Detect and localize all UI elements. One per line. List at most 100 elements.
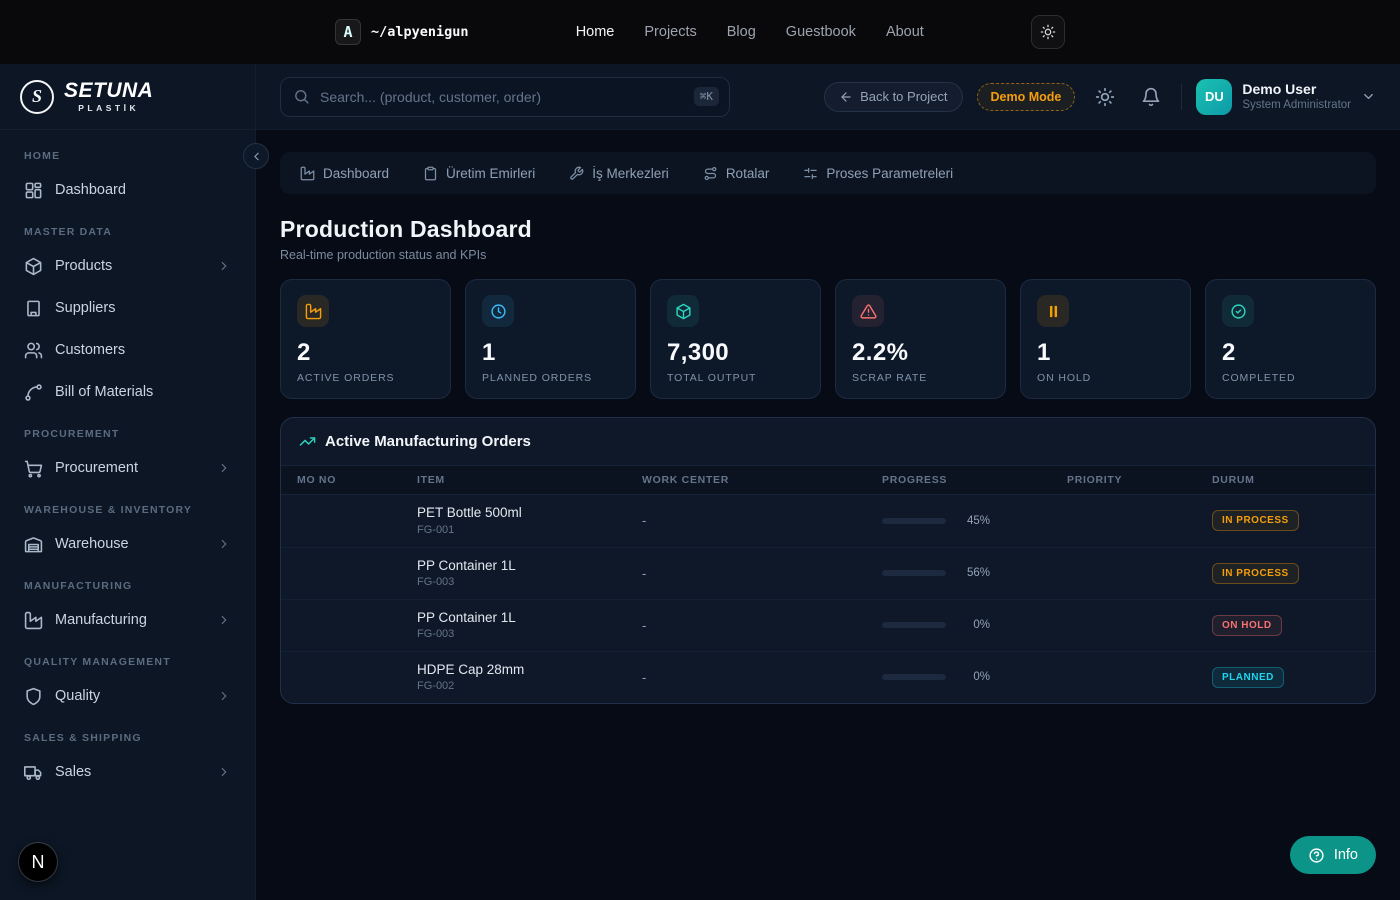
info-button[interactable]: Info: [1290, 836, 1376, 874]
sidebar-item-suppliers[interactable]: Suppliers: [12, 288, 243, 328]
tab-rotalar[interactable]: Rotalar: [703, 166, 770, 181]
shield-icon: [24, 687, 43, 706]
sidebar-item-procurement[interactable]: Procurement: [12, 448, 243, 488]
chevron-left-icon: [250, 150, 263, 163]
sidebar-item-quality[interactable]: Quality: [12, 676, 243, 716]
kpi-card-on-hold: 1 ON HOLD: [1020, 279, 1191, 399]
workflow-branch-icon: [24, 383, 43, 402]
chevron-down-icon: [1361, 81, 1376, 113]
table-row[interactable]: PP Container 1L FG-003 - 56% IN PROCESS: [281, 547, 1375, 599]
sidebar-section-sales: SALES & SHIPPING: [0, 718, 255, 750]
progress-bar: [882, 518, 946, 524]
kpi-card-planned-orders: 1 PLANNED ORDERS: [465, 279, 636, 399]
clipboard-icon: [423, 166, 438, 181]
sidebar-item-dashboard[interactable]: Dashboard: [12, 170, 243, 210]
item-name: HDPE Cap 28mm: [417, 662, 642, 678]
notifications-button[interactable]: [1135, 81, 1167, 113]
tab-label: İş Merkezleri: [592, 166, 669, 181]
kpi-label: ACTIVE ORDERS: [297, 372, 434, 384]
sidebar-item-products[interactable]: Products: [12, 246, 243, 286]
nav-link-projects[interactable]: Projects: [644, 24, 696, 40]
sidebar-section-master-data: MASTER DATA: [0, 212, 255, 244]
sidebar-collapse-button[interactable]: [243, 143, 269, 169]
nav-link-about[interactable]: About: [886, 24, 924, 40]
sidebar-item-warehouse[interactable]: Warehouse: [12, 524, 243, 564]
kpi-value: 2.2%: [852, 339, 989, 367]
tab-proses-parametreleri[interactable]: Proses Parametreleri: [803, 166, 953, 181]
tab-label: Dashboard: [323, 166, 389, 181]
demo-mode-badge: Demo Mode: [977, 83, 1076, 111]
trending-up-icon: [299, 433, 316, 450]
page-subtitle: Real-time production status and KPIs: [280, 248, 1376, 262]
tab-is-merkezleri[interactable]: İş Merkezleri: [569, 166, 669, 181]
sidebar-section-procurement: PROCUREMENT: [0, 414, 255, 446]
site-nav: Home Projects Blog Guestbook About: [576, 24, 924, 40]
progress-bar: [882, 570, 946, 576]
nextjs-dev-badge[interactable]: N: [19, 843, 57, 881]
kpi-value: 7,300: [667, 339, 804, 367]
nav-link-guestbook[interactable]: Guestbook: [786, 24, 856, 40]
arrow-left-icon: [839, 90, 853, 104]
sidebar-item-customers[interactable]: Customers: [12, 330, 243, 370]
kpi-value: 2: [297, 339, 434, 367]
kpi-card-total-output: 7,300 TOTAL OUTPUT: [650, 279, 821, 399]
table-row[interactable]: HDPE Cap 28mm FG-002 - 0% PLANNED: [281, 651, 1375, 703]
col-durum: DURUM: [1212, 474, 1359, 486]
progress-percent: 0%: [960, 619, 990, 631]
clock-icon: [482, 295, 514, 327]
tab-dashboard[interactable]: Dashboard: [300, 166, 389, 181]
table-row[interactable]: PP Container 1L FG-003 - 0% ON HOLD: [281, 599, 1375, 651]
app-header: ⌘K Back to Project Demo Mode DU Demo Use…: [256, 64, 1400, 130]
sidebar-section-home: HOME: [0, 136, 255, 168]
kpi-value: 2: [1222, 339, 1359, 367]
kpi-label: COMPLETED: [1222, 372, 1359, 384]
warehouse-icon: [24, 535, 43, 554]
help-circle-icon: [1308, 847, 1325, 864]
sidebar-item-label: Customers: [55, 342, 231, 358]
tab-uretim-emirleri[interactable]: Üretim Emirleri: [423, 166, 535, 181]
nav-link-home[interactable]: Home: [576, 24, 615, 40]
chevron-right-icon: [217, 689, 231, 703]
progress-bar: [882, 622, 946, 628]
page-title: Production Dashboard: [280, 216, 1376, 243]
sidebar-section-quality: QUALITY MANAGEMENT: [0, 642, 255, 674]
global-search[interactable]: ⌘K: [280, 77, 730, 117]
item-cell: HDPE Cap 28mm FG-002: [417, 662, 642, 692]
sidebar-item-manufacturing[interactable]: Manufacturing: [12, 600, 243, 640]
theme-toggle-button[interactable]: [1031, 15, 1065, 49]
user-role: System Administrator: [1242, 98, 1351, 112]
sidebar-item-sales[interactable]: Sales: [12, 752, 243, 792]
item-cell: PP Container 1L FG-003: [417, 610, 642, 640]
progress-bar: [882, 674, 946, 680]
check-circle-icon: [1222, 295, 1254, 327]
col-mo-no: MO NO: [297, 474, 417, 486]
truck-icon: [24, 763, 43, 782]
users-icon: [24, 341, 43, 360]
search-shortcut-badge: ⌘K: [694, 87, 719, 106]
site-brand[interactable]: A ~/alpyenigun: [335, 19, 469, 45]
sidebar-section-warehouse: WAREHOUSE & INVENTORY: [0, 490, 255, 522]
kpi-value: 1: [482, 339, 619, 367]
kpi-grid: 2 ACTIVE ORDERS 1 PLANNED ORDERS 7,300 T…: [280, 279, 1376, 399]
item-code: FG-001: [417, 524, 642, 536]
status-badge: ON HOLD: [1212, 615, 1282, 636]
table-row[interactable]: PET Bottle 500ml FG-001 - 45% IN PROCESS: [281, 495, 1375, 547]
kpi-value: 1: [1037, 339, 1174, 367]
col-progress: PROGRESS: [882, 474, 1067, 486]
back-to-project-button[interactable]: Back to Project: [824, 82, 962, 112]
nav-link-blog[interactable]: Blog: [727, 24, 756, 40]
site-logo-icon: A: [335, 19, 361, 45]
item-cell: PP Container 1L FG-003: [417, 558, 642, 588]
user-menu[interactable]: DU Demo User System Administrator: [1196, 79, 1376, 115]
kpi-card-active-orders: 2 ACTIVE ORDERS: [280, 279, 451, 399]
kpi-label: SCRAP RATE: [852, 372, 989, 384]
search-input[interactable]: [320, 89, 684, 105]
dashboard-grid-icon: [24, 181, 43, 200]
work-center-cell: -: [642, 670, 882, 685]
item-name: PP Container 1L: [417, 558, 642, 574]
sidebar-item-bill-of-materials[interactable]: Bill of Materials: [12, 372, 243, 412]
theme-sun-button[interactable]: [1089, 81, 1121, 113]
alert-triangle-icon: [852, 295, 884, 327]
progress-cell: 0%: [882, 619, 1067, 631]
sun-icon: [1095, 87, 1115, 107]
